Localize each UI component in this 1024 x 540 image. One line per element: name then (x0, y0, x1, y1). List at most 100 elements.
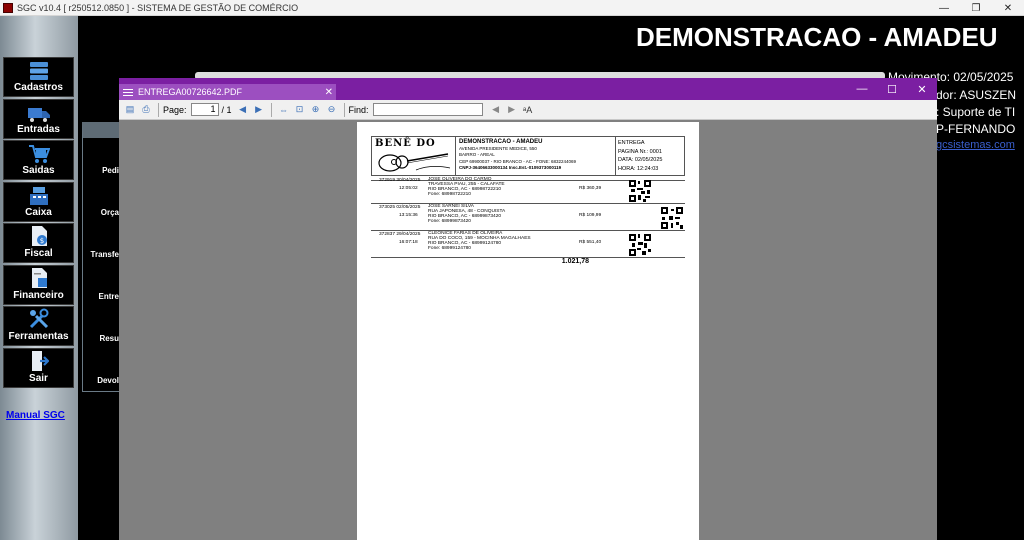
sidebar-item-saidas[interactable]: Saidas (3, 140, 74, 180)
fit-width-icon[interactable]: ⇔ (277, 103, 291, 117)
window-titlebar: SGC v10.4 [ r250512.0850 ] - SISTEMA DE … (0, 0, 1024, 16)
branch-info: P-FERNANDO (936, 122, 1016, 136)
sidebar-item-cadastros[interactable]: Cadastros (3, 57, 74, 97)
qr-code-icon (629, 234, 651, 256)
sidebar-item-entradas[interactable]: Entradas (3, 98, 74, 139)
delivery-record: 373025 02/05/2025 13:15:36 JOSE SARNEI S… (371, 204, 685, 231)
find-input[interactable] (372, 103, 483, 116)
support-info: : Suporte de TI (936, 105, 1016, 119)
sidebar-item-label: Sair (29, 372, 48, 384)
email-link[interactable]: gcsistemas.com (936, 139, 1015, 151)
record-value: R$ 551,40 (579, 240, 602, 245)
pdf-viewer-window: ENTREGA00726642.PDF ✕ — ☐ ✕ ▤ ⎙ Page: 1 … (119, 78, 937, 540)
close-button[interactable]: ✕ (992, 0, 1024, 16)
window-controls: — ❐ ✕ (928, 0, 1024, 16)
record-id: 372919 (379, 178, 396, 183)
hamburger-menu-icon[interactable] (123, 88, 133, 96)
finance-document-icon (31, 267, 47, 288)
record-phone: Fone: 68999873420 (428, 219, 471, 224)
bg-menu-item[interactable]: Entre (83, 264, 121, 306)
pdf-titlebar: ENTREGA00726642.PDF ✕ — ☐ ✕ (119, 78, 937, 100)
sidebar-item-sair[interactable]: Sair (3, 347, 74, 388)
record-phone: Fone: 68998722210 (428, 192, 471, 197)
truck-icon (27, 107, 50, 122)
page-total: / 1 (221, 104, 232, 115)
company-name: DEMONSTRACAO - AMADEU (636, 22, 998, 52)
record-date: 29/04/2025 (396, 232, 421, 237)
total-value: 1.021,78 (561, 258, 589, 265)
sidebar-item-label: Caixa (25, 206, 52, 218)
zoom-in-icon[interactable]: ⊕ (309, 103, 323, 117)
find-prev-icon[interactable]: ◀ (489, 103, 503, 117)
bg-menu-item[interactable]: Pedi (83, 138, 121, 180)
doc-time: HORA: 12:24:03 (618, 165, 659, 172)
sidebar: Cadastros Entradas Saidas Caixa $ Fiscal… (0, 16, 78, 540)
print-icon[interactable]: ⎙ (139, 103, 153, 117)
record-value: R$ 109,99 (579, 213, 602, 218)
cash-register-icon (29, 186, 48, 205)
background-menu-panel: Pedi Orça Transfe Entre Resu Devol (82, 122, 122, 392)
find-next-icon[interactable]: ▶ (505, 103, 519, 117)
doc-page: PAGINA Nr.: 0001 (618, 148, 662, 155)
tools-icon (29, 308, 48, 329)
bg-menu-item[interactable]: Transfe (83, 222, 121, 264)
company-info: DEMONSTRACAO - AMADEU AVENIDA PRESIDENTE… (459, 139, 614, 172)
bg-menu-item[interactable]: Orça (83, 180, 121, 222)
restore-button[interactable]: ❐ (960, 0, 992, 16)
sidebar-item-fiscal[interactable]: $ Fiscal (3, 223, 74, 263)
match-case-icon[interactable]: ᵃA (521, 103, 535, 117)
prev-page-icon[interactable]: ◀ (236, 103, 250, 117)
window-title: SGC v10.4 [ r250512.0850 ] - SISTEMA DE … (17, 2, 299, 13)
sidebar-item-ferramentas[interactable]: Ferramentas (3, 306, 74, 346)
sidebar-item-label: Financeiro (13, 289, 64, 301)
guitar-logo-icon (378, 153, 451, 172)
tab-close-icon[interactable]: ✕ (325, 87, 333, 98)
app-icon (3, 2, 13, 13)
record-value: R$ 360,39 (579, 186, 602, 191)
pdf-toolbar: ▤ ⎙ Page: 1 / 1 ◀ ▶ ⇔ ⊡ ⊕ ⊖ Find: ◀ ▶ ᵃA (119, 100, 937, 120)
next-page-icon[interactable]: ▶ (252, 103, 266, 117)
sidebar-item-label: Saidas (22, 165, 55, 176)
open-file-icon[interactable]: ▤ (123, 103, 137, 117)
record-date: 30/04/2025 (396, 178, 421, 183)
record-id: 372837 (379, 232, 396, 237)
pdf-close-button[interactable]: ✕ (907, 78, 937, 100)
document-header: BENÊ DO DEMONSTRACAO - AMADEU AVENIDA PR… (371, 136, 685, 176)
doc-date: DATA: 02/05/2025 (618, 157, 663, 163)
sidebar-item-label: Cadastros (14, 82, 63, 93)
pdf-window-controls: — ☐ ✕ (847, 78, 937, 100)
user-info: dor: ASUSZEN (936, 88, 1017, 102)
company-logo: BENÊ DO (372, 137, 456, 175)
cart-icon (28, 145, 50, 163)
doc-type: ENTREGA (618, 140, 645, 146)
doc-meta: ENTREGA PAGINA Nr.: 0001 DATA: 02/05/202… (615, 137, 685, 175)
database-icon (29, 62, 48, 80)
sidebar-item-label: Ferramentas (8, 331, 69, 342)
pdf-minimize-button[interactable]: — (847, 78, 877, 100)
record-phone: Fone: 68999124780 (428, 246, 471, 251)
manual-link[interactable]: Manual SGC (6, 410, 65, 421)
doc-cnpj: CNPJ-36406633000134 Insc.Est.-0109373000… (459, 165, 562, 170)
sidebar-item-caixa[interactable]: Caixa (3, 181, 74, 222)
bg-menu-item[interactable]: Devol (83, 348, 121, 390)
bg-menu-item[interactable]: Resu (83, 306, 121, 348)
page-label: Page: (163, 104, 187, 115)
sidebar-item-label: Fiscal (24, 248, 53, 259)
record-id: 373025 (379, 205, 396, 210)
sidebar-item-financeiro[interactable]: Financeiro (3, 264, 74, 305)
zoom-out-icon[interactable]: ⊖ (325, 103, 339, 117)
fit-page-icon[interactable]: ⊡ (293, 103, 307, 117)
page-number-input[interactable]: 1 (190, 103, 219, 116)
pdf-tab[interactable]: ENTREGA00726642.PDF ✕ (119, 84, 336, 100)
qr-code-icon (661, 207, 683, 229)
sidebar-item-label: Entradas (17, 123, 60, 135)
pdf-tab-title: ENTREGA00726642.PDF (138, 87, 243, 97)
delivery-record: 372919 30/04/2025 12:05:02 JOSE OLIVEIRA… (371, 177, 685, 204)
record-time: 16:07:18 (399, 240, 418, 245)
record-time: 13:15:36 (399, 213, 418, 218)
pdf-maximize-button[interactable]: ☐ (877, 78, 907, 100)
minimize-button[interactable]: — (928, 0, 960, 16)
pdf-page: BENÊ DO DEMONSTRACAO - AMADEU AVENIDA PR… (357, 122, 699, 540)
find-label: Find: (348, 104, 369, 115)
logo-text: BENÊ DO (375, 138, 436, 149)
